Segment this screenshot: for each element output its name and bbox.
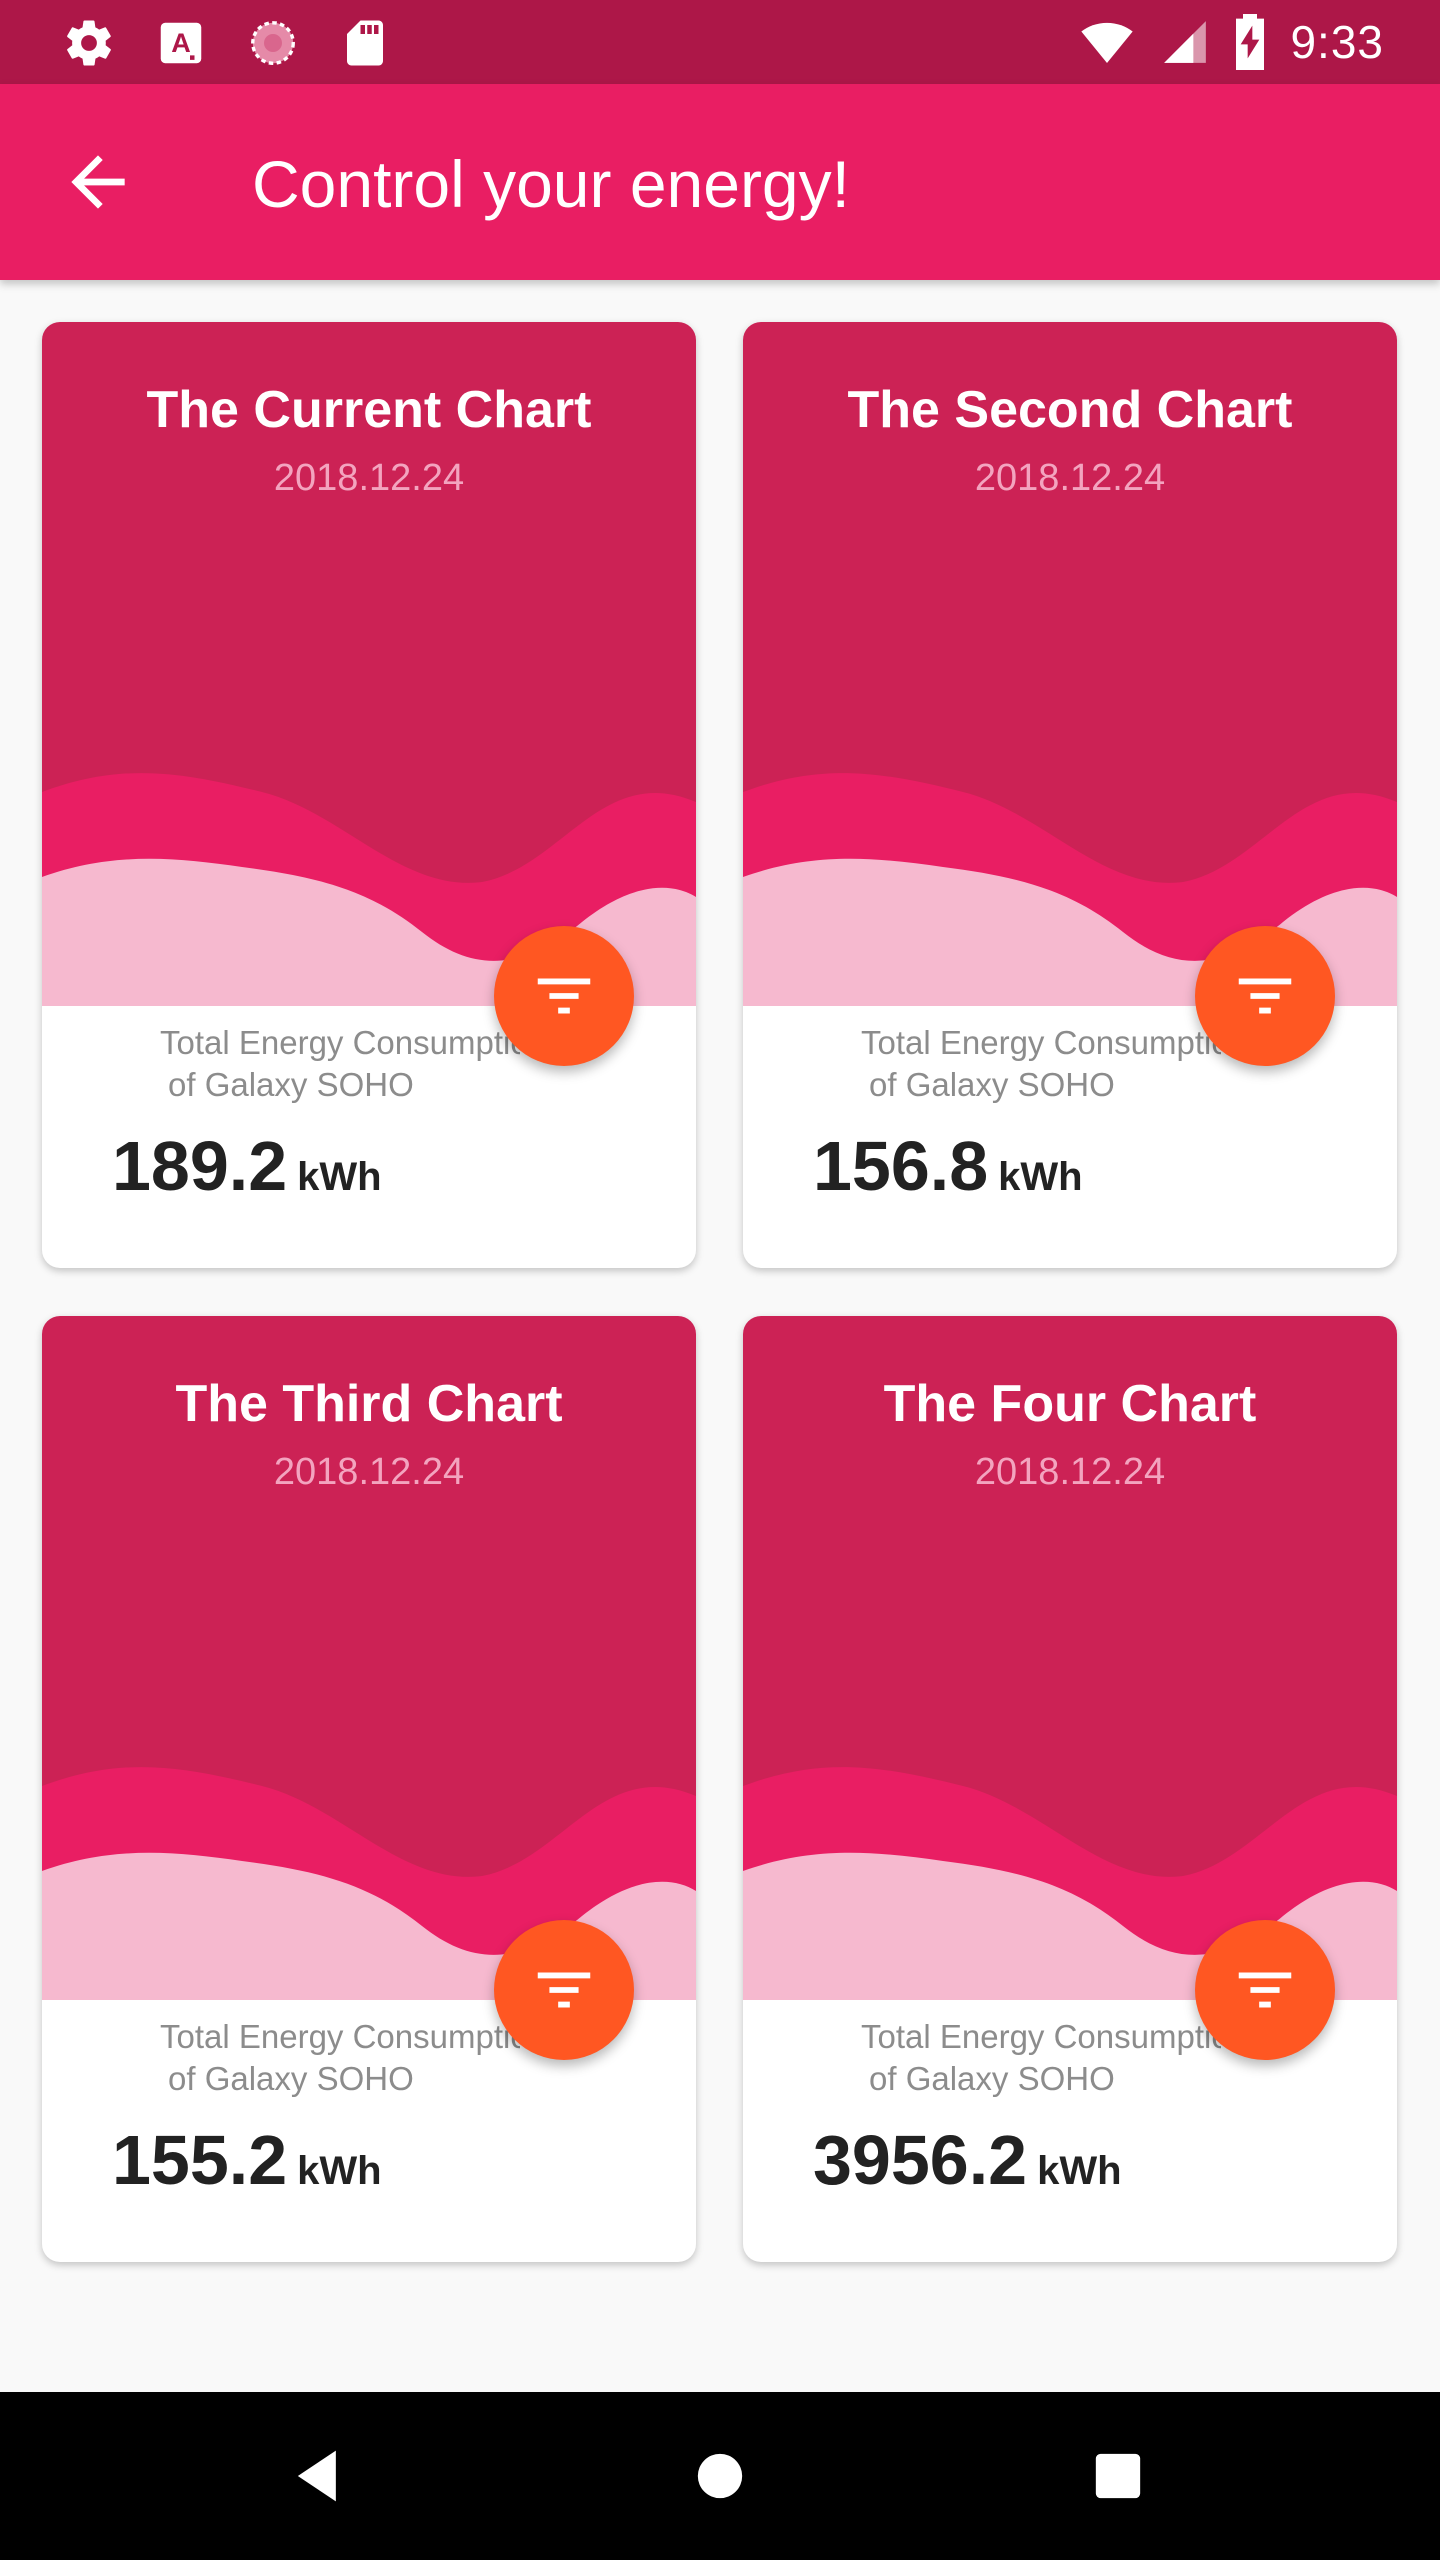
card-description: Total Energy Consumption of Galaxy SOHO — [861, 2016, 1221, 2100]
energy-value: 189.2 kWh — [112, 1124, 382, 1208]
filter-button-2[interactable] — [1195, 926, 1335, 1066]
card-date: 2018.12.24 — [273, 457, 465, 499]
energy-value: 155.2 kWh — [112, 2118, 382, 2202]
svg-text:A: A — [171, 28, 191, 58]
card-desc-line2: of Galaxy SOHO — [168, 2060, 414, 2097]
back-triangle-icon[interactable] — [282, 2438, 358, 2514]
card-description: Total Energy Consumption of Galaxy SOHO — [160, 2016, 520, 2100]
card-date: 2018.12.24 — [273, 1451, 465, 1493]
card-header: The Second Chart 2018.12.24 — [743, 322, 1397, 1006]
card-header: The Current Chart 2018.12.24 — [42, 322, 696, 1006]
filter-icon — [1238, 1972, 1292, 2008]
card-description: Total Energy Consumption of Galaxy SOHO — [160, 1022, 520, 1106]
card-title: The Current Chart — [146, 381, 592, 439]
card-desc-line2: of Galaxy SOHO — [168, 1066, 414, 1103]
page-title: Control your energy! — [252, 147, 850, 221]
card-desc-line1: Total Energy Consumption — [861, 2018, 1221, 2055]
energy-number: 189.2 — [112, 1127, 288, 1205]
arrow-back-icon[interactable] — [58, 142, 138, 222]
settings-icon — [67, 20, 111, 66]
filter-icon — [537, 1972, 591, 2008]
wifi-icon — [1081, 22, 1134, 63]
energy-unit: kWh — [297, 1155, 382, 1199]
card-desc-line1: Total Energy Consumption — [160, 2018, 520, 2055]
card-header: The Four Chart 2018.12.24 — [743, 1316, 1397, 2000]
energy-value: 3956.2 kWh — [813, 2118, 1122, 2202]
card-title: The Four Chart — [883, 1375, 1257, 1433]
energy-number: 3956.2 — [813, 2121, 1028, 2199]
chart-card-1[interactable]: The Current Chart 2018.12.24 Total Energ… — [42, 322, 696, 1268]
loading-icon — [251, 21, 295, 65]
chart-card-3[interactable]: The Third Chart 2018.12.24 Total Energy … — [42, 1316, 696, 2262]
signal-icon — [1164, 21, 1207, 63]
card-date: 2018.12.24 — [974, 457, 1166, 499]
card-description: Total Energy Consumption of Galaxy SOHO — [861, 1022, 1221, 1106]
energy-number: 156.8 — [813, 1127, 989, 1205]
status-bar: A 9:33 — [0, 0, 1440, 84]
chart-card-2[interactable]: The Second Chart 2018.12.24 Total Energy… — [743, 322, 1397, 1268]
filter-button-1[interactable] — [494, 926, 634, 1066]
energy-unit: kWh — [297, 2149, 382, 2193]
system-nav-bar — [0, 2392, 1440, 2560]
energy-unit: kWh — [1037, 2149, 1122, 2193]
card-title: The Second Chart — [847, 381, 1293, 439]
card-desc-line1: Total Energy Consumption — [160, 1024, 520, 1061]
energy-unit: kWh — [998, 1155, 1083, 1199]
home-circle-icon[interactable] — [682, 2438, 758, 2514]
app-bar: Control your energy! — [0, 84, 1440, 280]
card-desc-line2: of Galaxy SOHO — [869, 2060, 1115, 2097]
chart-card-4[interactable]: The Four Chart 2018.12.24 Total Energy C… — [743, 1316, 1397, 2262]
card-header: The Third Chart 2018.12.24 — [42, 1316, 696, 2000]
filter-button-3[interactable] — [494, 1920, 634, 2060]
energy-number: 155.2 — [112, 2121, 288, 2199]
card-date: 2018.12.24 — [974, 1451, 1166, 1493]
status-time: 9:33 — [1290, 16, 1384, 68]
filter-icon — [537, 978, 591, 1014]
font-a-icon: A — [160, 22, 202, 64]
card-desc-line2: of Galaxy SOHO — [869, 1066, 1115, 1103]
card-title: The Third Chart — [175, 1375, 563, 1433]
sd-card-icon — [347, 20, 383, 66]
battery-charging-icon — [1236, 14, 1265, 70]
card-desc-line1: Total Energy Consumption — [861, 1024, 1221, 1061]
filter-button-4[interactable] — [1195, 1920, 1335, 2060]
filter-icon — [1238, 978, 1292, 1014]
recents-square-icon[interactable] — [1080, 2438, 1156, 2514]
energy-value: 156.8 kWh — [813, 1124, 1083, 1208]
